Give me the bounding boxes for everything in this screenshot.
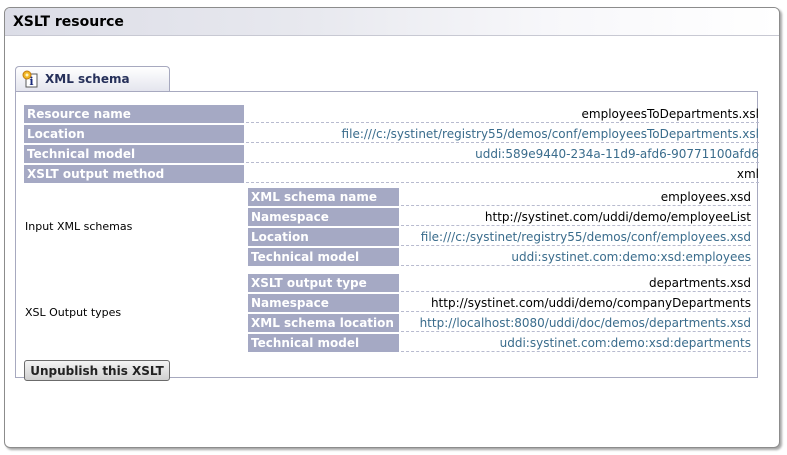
- detail-row-technical-model: Technical model uddi:589e9440-234a-11d9-…: [24, 145, 759, 163]
- technical-model-link[interactable]: uddi:589e9440-234a-11d9-afd6-90771100afd…: [246, 145, 759, 163]
- input-schema-label: XML schema name: [248, 188, 399, 206]
- location-link[interactable]: file:///c:/systinet/registry55/demos/con…: [246, 125, 759, 143]
- input-schema-row: Location file:///c:/systinet/registry55/…: [248, 228, 751, 246]
- unpublish-xslt-button[interactable]: Unpublish this XSLT: [24, 360, 170, 381]
- output-type-label: Namespace: [248, 294, 399, 312]
- output-type-row: XML schema location http://localhost:808…: [248, 314, 751, 332]
- output-types-label: XSL Output types: [25, 306, 122, 319]
- detail-label: Resource name: [24, 105, 244, 123]
- output-method-value: xml: [246, 165, 759, 183]
- output-schema-location-link[interactable]: http://localhost:8080/uddi/doc/demos/dep…: [401, 314, 751, 332]
- info-icon: i: [22, 70, 38, 88]
- resource-name-value: employeesToDepartments.xsl: [246, 105, 759, 123]
- detail-label: Technical model: [24, 145, 244, 163]
- detail-label: XSLT output method: [24, 165, 244, 183]
- output-type-label: XML schema location: [248, 314, 399, 332]
- schema-detail-content: Resource name employeesToDepartments.xsl…: [15, 91, 759, 381]
- input-schema-label: Location: [248, 228, 399, 246]
- output-type-row: Technical model uddi:systinet.com:demo:x…: [248, 334, 751, 352]
- panel-header: XSLT resource: [5, 8, 779, 36]
- input-schema-name-value: employees.xsd: [401, 188, 751, 206]
- input-schema-row: XML schema name employees.xsd: [248, 188, 751, 206]
- input-location-link[interactable]: file:///c:/systinet/registry55/demos/con…: [401, 228, 751, 246]
- detail-row-location: Location file:///c:/systinet/registry55/…: [24, 125, 759, 143]
- output-type-row: Namespace http://systinet.com/uddi/demo/…: [248, 294, 751, 312]
- detail-row-output-method: XSLT output method xml: [24, 165, 759, 183]
- input-technical-model-link[interactable]: uddi:systinet.com:demo:xsd:employees: [401, 248, 751, 266]
- output-namespace-value: http://systinet.com/uddi/demo/companyDep…: [401, 294, 751, 312]
- input-namespace-value: http://systinet.com/uddi/demo/employeeLi…: [401, 208, 751, 226]
- detail-row-resource-name: Resource name employeesToDepartments.xsl: [24, 105, 759, 123]
- input-schema-row: Technical model uddi:systinet.com:demo:x…: [248, 248, 751, 266]
- input-schema-label: Technical model: [248, 248, 399, 266]
- output-type-row: XSLT output type departments.xsd: [248, 274, 751, 292]
- panel-title: XSLT resource: [13, 14, 124, 30]
- tab-xml-schema-detail[interactable]: i XML schema detail: [15, 66, 170, 110]
- input-schemas-label: Input XML schemas: [25, 220, 133, 233]
- output-type-label: Technical model: [248, 334, 399, 352]
- detail-label: Location: [24, 125, 244, 143]
- output-type-value: departments.xsd: [401, 274, 751, 292]
- output-type-label: XSLT output type: [248, 274, 399, 292]
- input-schema-row: Namespace http://systinet.com/uddi/demo/…: [248, 208, 751, 226]
- output-technical-model-link[interactable]: uddi:systinet.com:demo:xsd:departments: [401, 334, 751, 352]
- input-schema-label: Namespace: [248, 208, 399, 226]
